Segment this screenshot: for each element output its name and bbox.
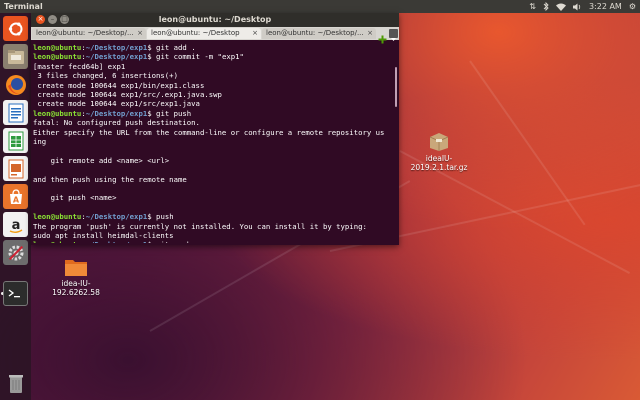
amazon-icon[interactable]: a (3, 212, 28, 237)
prompt-user: leon@ubuntu (33, 240, 81, 243)
system-settings-icon[interactable] (3, 240, 28, 265)
terminal-output-line: git push <name> (33, 193, 117, 203)
trash-icon[interactable] (3, 370, 28, 395)
prompt-user: leon@ubuntu (33, 43, 82, 52)
panel-app-title: Terminal (4, 2, 43, 11)
terminal-output-line: The program 'push' is currently not inst… (33, 221, 367, 231)
terminal-output-line: create mode 100644 exp1/src/exp1.java (33, 99, 200, 109)
close-tab-icon[interactable]: × (137, 28, 143, 39)
clock[interactable]: 3:22 AM (589, 0, 622, 13)
terminal-output-line: git remote add <name> <url> (33, 155, 170, 165)
close-tab-icon[interactable]: × (367, 28, 373, 39)
top-panel: Terminal ⇅ 3:22 AM ⚙ (0, 0, 640, 13)
window-titlebar[interactable]: × – □ leon@ubuntu: ~/Desktop (31, 13, 399, 27)
terminal-tab[interactable]: leon@ubuntu: ~/Desktop/... × (32, 28, 146, 39)
terminal-tab-active[interactable]: leon@ubuntu: ~/Desktop × (147, 28, 261, 39)
prompt-path: ~/Desktop/exp1 (85, 52, 148, 62)
tab-bar: leon@ubuntu: ~/Desktop/... × leon@ubuntu… (31, 27, 399, 44)
terminal-window: × – □ leon@ubuntu: ~/Desktop leon@ubuntu… (31, 13, 399, 245)
wifi-icon[interactable] (555, 0, 566, 13)
prompt-user: leon@ubuntu (33, 212, 82, 222)
transfer-arrows-icon[interactable]: ⇅ (529, 0, 536, 13)
launcher: A a (0, 13, 31, 400)
terminal-output-line: create mode 100644 exp1/src/.exp1.java.s… (33, 90, 222, 100)
libreoffice-writer-icon[interactable] (3, 100, 28, 125)
window-title: leon@ubuntu: ~/Desktop (158, 15, 272, 24)
prompt-path: ~/Desktop/exp1 (86, 240, 148, 243)
terminal-tab[interactable]: leon@ubuntu: ~/Desktop/... × (262, 28, 376, 39)
prompt-path: ~/Desktop/exp1 (85, 43, 148, 52)
terminal-output-line: 3 files changed, 6 insertions(+) (33, 71, 178, 81)
software-center-icon[interactable]: A (3, 184, 28, 209)
terminal-output-line: sudo apt install heimdal-clients (33, 231, 174, 241)
prompt-dollar: $ (147, 108, 157, 118)
archive-package-icon (429, 133, 449, 151)
close-tab-icon[interactable]: × (252, 28, 258, 39)
desktop-folder[interactable]: idea-IU-192.6262.58 (40, 257, 112, 297)
tab-label: leon@ubuntu: ~/Desktop/... (266, 29, 364, 37)
prompt-command: push (156, 212, 174, 222)
libreoffice-impress-icon[interactable] (3, 156, 28, 181)
terminal-output-line: fatal: No configured push destination. (33, 118, 200, 128)
new-tab-button[interactable] (378, 29, 387, 44)
prompt-path: ~/Desktop/exp1 (85, 108, 148, 118)
tab-menu-chevron-down-icon[interactable] (389, 29, 398, 41)
terminal-prompt-line: leon@ubuntu:~/Desktop/exp1$ git commit -… (33, 52, 395, 61)
terminal-output-line: [master fecd64b] exp1 (33, 61, 126, 71)
prompt-command: git commit -m "exp1" (156, 52, 244, 62)
prompt-command: git push (156, 108, 192, 118)
prompt-dollar: $ (147, 240, 156, 243)
libreoffice-calc-icon[interactable] (3, 128, 28, 153)
prompt-command: git push (156, 240, 191, 243)
svg-text:A: A (12, 195, 19, 204)
files-icon[interactable] (3, 44, 28, 69)
terminal-icon[interactable] (3, 281, 28, 306)
prompt-dollar: $ (147, 52, 157, 62)
terminal-prompt-line: leon@ubuntu:~/Desktop/exp1$ git push (33, 109, 395, 118)
prompt-command: git add . (156, 43, 196, 52)
terminal-output-line: Either specify the URL from the command-… (33, 127, 385, 137)
terminal-output[interactable]: leon@ubuntu:~/Desktop/exp1$ git add . leo… (33, 43, 395, 243)
volume-icon[interactable] (572, 0, 582, 13)
tab-label: leon@ubuntu: ~/Desktop/... (36, 29, 134, 37)
terminal-prompt-line: leon@ubuntu:~/Desktop/exp1$ git push (33, 240, 395, 243)
folder-icon (65, 260, 87, 276)
desktop-icon-label: idea-IU-192.6262.58 (52, 279, 100, 297)
bluetooth-icon[interactable] (543, 0, 549, 13)
tab-label: leon@ubuntu: ~/Desktop (151, 29, 240, 37)
terminal-prompt-line: leon@ubuntu:~/Desktop/exp1$ push (33, 212, 395, 221)
desktop-archive-file[interactable]: ideaIU-2019.2.1.tar.gz (405, 130, 473, 172)
terminal-scrollbar[interactable] (395, 67, 397, 107)
terminal-output-line: create mode 100644 exp1/bin/exp1.class (33, 80, 205, 90)
terminal-output-line: and then push using the remote name (33, 174, 187, 184)
prompt-dollar: $ (147, 212, 157, 222)
firefox-icon[interactable] (3, 72, 28, 97)
ubuntu-dash-icon[interactable] (3, 16, 28, 41)
terminal-output-line: ing (33, 137, 47, 147)
power-gear-icon[interactable]: ⚙ (629, 0, 636, 13)
prompt-user: leon@ubuntu (33, 108, 82, 118)
system-tray: ⇅ 3:22 AM ⚙ (529, 0, 636, 13)
svg-text:a: a (11, 218, 20, 233)
wallpaper-streak (469, 60, 586, 226)
desktop-icon-label: ideaIU-2019.2.1.tar.gz (410, 154, 468, 172)
prompt-dollar: $ (147, 43, 157, 52)
prompt-user: leon@ubuntu (33, 52, 82, 62)
prompt-path: ~/Desktop/exp1 (85, 212, 148, 222)
terminal-prompt-line: leon@ubuntu:~/Desktop/exp1$ git add . (33, 43, 395, 52)
